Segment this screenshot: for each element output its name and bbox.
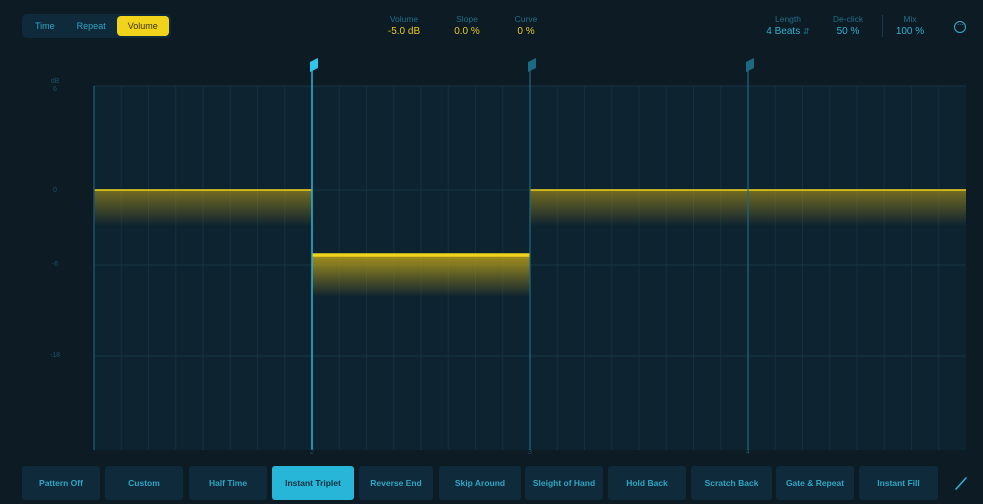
header-divider [882, 15, 883, 37]
beat-label: 4 [746, 449, 750, 456]
curve-param-value[interactable]: 0 % [508, 26, 544, 37]
mode-volume-button[interactable]: Volume [116, 16, 169, 36]
beat-flag-icon [746, 58, 754, 72]
slope-param-value[interactable]: 0.0 % [447, 26, 487, 37]
pattern-sleight-of-hand-button[interactable]: Sleight of Hand [525, 466, 603, 500]
pattern-bar: Pattern Off Custom Half Time Instant Tri… [0, 458, 983, 504]
beat-label: 3 [528, 449, 532, 456]
pattern-skip-around-button[interactable]: Skip Around [439, 466, 521, 500]
beat-flag-icon [310, 58, 318, 72]
length-param-value[interactable]: 4 Beats ⇵ [760, 26, 816, 37]
pattern-scratch-back-button[interactable]: Scratch Back [691, 466, 772, 500]
pattern-instant-triplet-button[interactable]: Instant Triplet [272, 466, 354, 500]
segment-fill [94, 190, 312, 226]
pattern-gate-repeat-button[interactable]: Gate & Repeat [776, 466, 854, 500]
app-window: Time Repeat Volume Volume -5.0 dB Slope … [0, 0, 983, 504]
length-value-text: 4 Beats [766, 26, 801, 37]
mix-param[interactable]: Mix 100 % [890, 14, 930, 37]
pattern-half-time-button[interactable]: Half Time [189, 466, 267, 500]
segment-fill [312, 255, 530, 297]
volume-param[interactable]: Volume -5.0 dB [384, 14, 424, 37]
mode-selector: Time Repeat Volume [22, 14, 171, 38]
y-unit-label: dB [50, 78, 60, 85]
declick-param-value[interactable]: 50 % [828, 26, 868, 37]
length-param[interactable]: Length 4 Beats ⇵ [760, 14, 816, 37]
header-bar: Time Repeat Volume Volume -5.0 dB Slope … [0, 0, 983, 46]
pattern-off-button[interactable]: Pattern Off [22, 466, 100, 500]
volume-param-value[interactable]: -5.0 dB [384, 26, 424, 37]
pattern-hold-back-button[interactable]: Hold Back [608, 466, 686, 500]
pattern-reverse-end-button[interactable]: Reverse End [359, 466, 433, 500]
more-options-icon[interactable]: ··· [954, 21, 966, 33]
length-param-label: Length [775, 14, 801, 24]
declick-param[interactable]: De-click 50 % [828, 14, 868, 37]
mix-param-label: Mix [903, 14, 917, 24]
slope-param[interactable]: Slope 0.0 % [447, 14, 487, 37]
curve-param[interactable]: Curve 0 % [508, 14, 544, 37]
beat-flag-icon [528, 58, 536, 72]
y-tick-label: 6 [53, 86, 57, 93]
volume-param-label: Volume [389, 14, 419, 24]
pattern-custom-button[interactable]: Custom [105, 466, 183, 500]
mode-time-button[interactable]: Time [24, 16, 66, 36]
pattern-instant-fill-button[interactable]: Instant Fill [859, 466, 938, 500]
y-tick-label: -6 [51, 261, 59, 268]
segment-fill [748, 190, 966, 226]
declick-param-label: De-click [832, 14, 864, 24]
volume-graph[interactable]: dB 6 0 -6 -18 2 3 4 [0, 46, 983, 458]
y-tick-label: 0 [53, 187, 57, 194]
segment-fill [530, 190, 748, 226]
mix-param-value[interactable]: 100 % [890, 26, 930, 37]
pencil-icon[interactable] [952, 474, 970, 492]
volume-graph-canvas [93, 58, 966, 450]
stepper-icon: ⇵ [803, 27, 810, 36]
curve-param-label: Curve [514, 14, 538, 24]
beat-label: 2 [310, 449, 314, 456]
mode-repeat-button[interactable]: Repeat [66, 16, 117, 36]
y-tick-label: -18 [49, 352, 61, 359]
slope-param-label: Slope [456, 14, 478, 24]
